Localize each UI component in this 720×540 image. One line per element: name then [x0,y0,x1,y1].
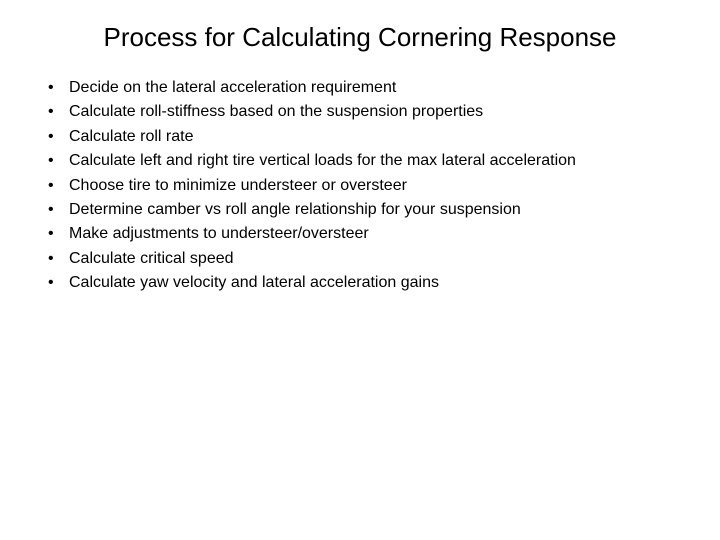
bullet-icon: • [45,248,69,270]
bullet-icon: • [45,126,69,148]
item-text: Calculate left and right tire vertical l… [69,150,685,172]
item-text: Calculate roll rate [69,126,685,148]
list-item: • Calculate yaw velocity and lateral acc… [45,272,685,294]
bullet-icon: • [45,199,69,221]
list-item: • Calculate roll-stiffness based on the … [45,101,685,123]
bullet-icon: • [45,175,69,197]
item-text: Calculate yaw velocity and lateral accel… [69,272,685,294]
bullet-icon: • [45,272,69,294]
slide-title: Process for Calculating Cornering Respon… [35,22,685,53]
list-item: • Make adjustments to understeer/overste… [45,223,685,245]
list-item: • Calculate critical speed [45,248,685,270]
item-text: Calculate roll-stiffness based on the su… [69,101,685,123]
item-text: Calculate critical speed [69,248,685,270]
item-text: Choose tire to minimize understeer or ov… [69,175,685,197]
item-text: Determine camber vs roll angle relations… [69,199,685,221]
bullet-icon: • [45,223,69,245]
item-text: Decide on the lateral acceleration requi… [69,77,685,99]
list-item: • Choose tire to minimize understeer or … [45,175,685,197]
bullet-icon: • [45,77,69,99]
bullet-icon: • [45,150,69,172]
list-item: • Decide on the lateral acceleration req… [45,77,685,99]
list-item: • Determine camber vs roll angle relatio… [45,199,685,221]
item-text: Make adjustments to understeer/oversteer [69,223,685,245]
bullet-list: • Decide on the lateral acceleration req… [35,77,685,295]
list-item: • Calculate roll rate [45,126,685,148]
list-item: • Calculate left and right tire vertical… [45,150,685,172]
bullet-icon: • [45,101,69,123]
